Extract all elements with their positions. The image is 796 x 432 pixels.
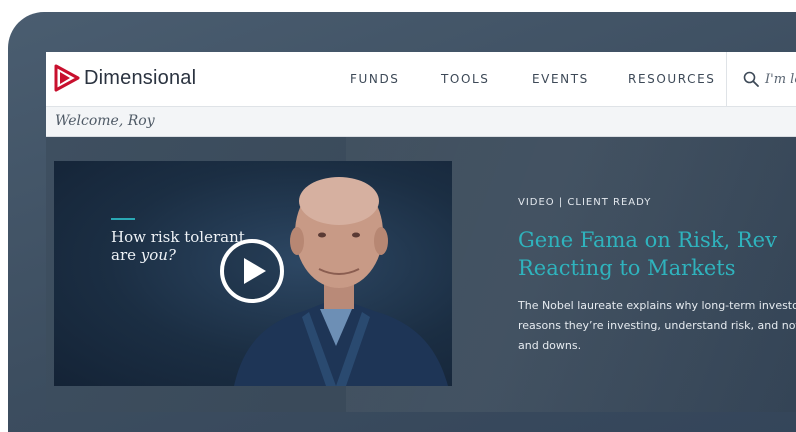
site-header: Dimensional FUNDS TOOLS EVENTS RESOURCES… xyxy=(46,52,796,107)
article-title-line2[interactable]: Reacting to Markets xyxy=(518,254,796,282)
article-summary: VIDEO | CLIENT READY Gene Fama on Risk, … xyxy=(518,197,796,356)
browser-screen: Dimensional FUNDS TOOLS EVENTS RESOURCES… xyxy=(46,52,796,412)
play-button[interactable] xyxy=(220,239,284,303)
video-caption-emphasis: you? xyxy=(140,246,176,264)
article-description-line3: and downs. xyxy=(518,339,582,352)
nav-events[interactable]: EVENTS xyxy=(532,72,589,86)
video-player[interactable]: How risk tolerant are you? xyxy=(54,161,452,386)
search-input[interactable]: I'm lo xyxy=(765,72,796,87)
article-description: The Nobel laureate explains why long-ter… xyxy=(518,296,796,356)
brand-logo[interactable]: Dimensional xyxy=(54,64,196,92)
nav-tools[interactable]: TOOLS xyxy=(441,72,490,86)
video-accent-line xyxy=(111,218,135,220)
article-description-line1: The Nobel laureate explains why long-ter… xyxy=(518,299,796,312)
article-title[interactable]: Gene Fama on Risk, Rev Reacting to Marke… xyxy=(518,226,796,282)
nav-resources[interactable]: RESOURCES xyxy=(628,72,715,86)
article-category: VIDEO | CLIENT READY xyxy=(518,197,652,208)
welcome-message: Welcome, Roy xyxy=(55,113,155,129)
search-box[interactable]: I'm lo xyxy=(726,52,796,106)
article-title-line1[interactable]: Gene Fama on Risk, Rev xyxy=(518,226,796,254)
logo-triangle-icon xyxy=(54,64,80,92)
nav-funds[interactable]: FUNDS xyxy=(350,72,400,86)
welcome-bar: Welcome, Roy xyxy=(46,107,796,137)
article-description-line2: reasons they’re investing, understand ri… xyxy=(518,319,796,332)
video-caption-line1: How risk tolerant xyxy=(111,228,245,246)
hero-section: How risk tolerant are you? VIDEO | CLIEN… xyxy=(46,137,796,412)
play-icon xyxy=(244,258,266,284)
brand-name: Dimensional xyxy=(84,66,197,89)
search-icon xyxy=(743,71,759,87)
video-caption-prefix: are xyxy=(111,246,141,264)
